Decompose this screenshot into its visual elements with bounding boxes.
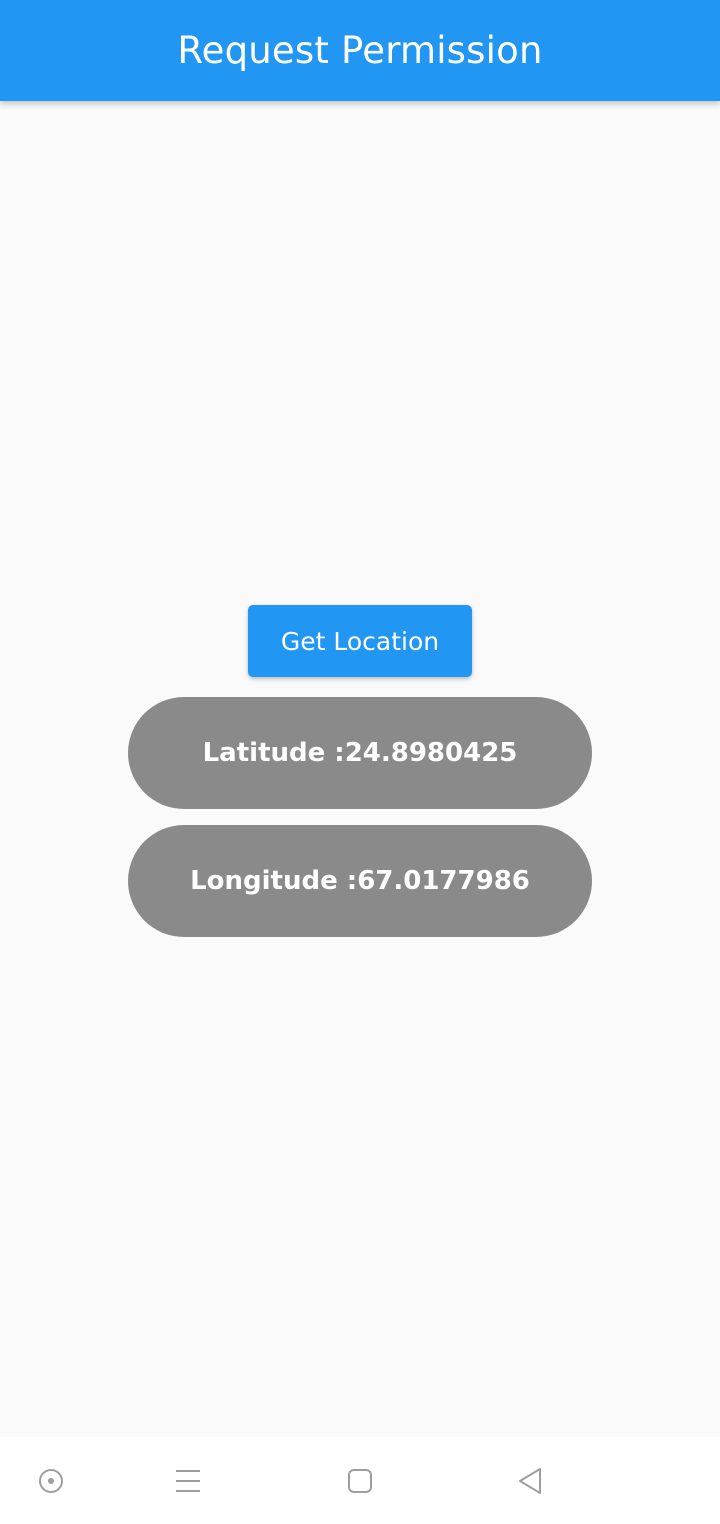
back-triangle-icon[interactable]	[510, 1461, 550, 1501]
menu-icon[interactable]	[168, 1461, 208, 1501]
latitude-text: Latitude :24.8980425	[202, 738, 518, 768]
longitude-display: Longitude :67.0177986	[128, 825, 592, 937]
page-title: Request Permission	[177, 29, 543, 72]
main-content: Get Location Latitude :24.8980425 Longit…	[0, 101, 720, 1437]
longitude-text: Longitude :67.0177986	[190, 866, 530, 896]
latitude-display: Latitude :24.8980425	[128, 697, 592, 809]
assistant-dot-icon[interactable]	[31, 1461, 71, 1501]
home-square-icon[interactable]	[340, 1461, 380, 1501]
get-location-button[interactable]: Get Location	[248, 605, 472, 677]
system-navigation-bar	[0, 1437, 720, 1524]
app-bar: Request Permission	[0, 0, 720, 101]
